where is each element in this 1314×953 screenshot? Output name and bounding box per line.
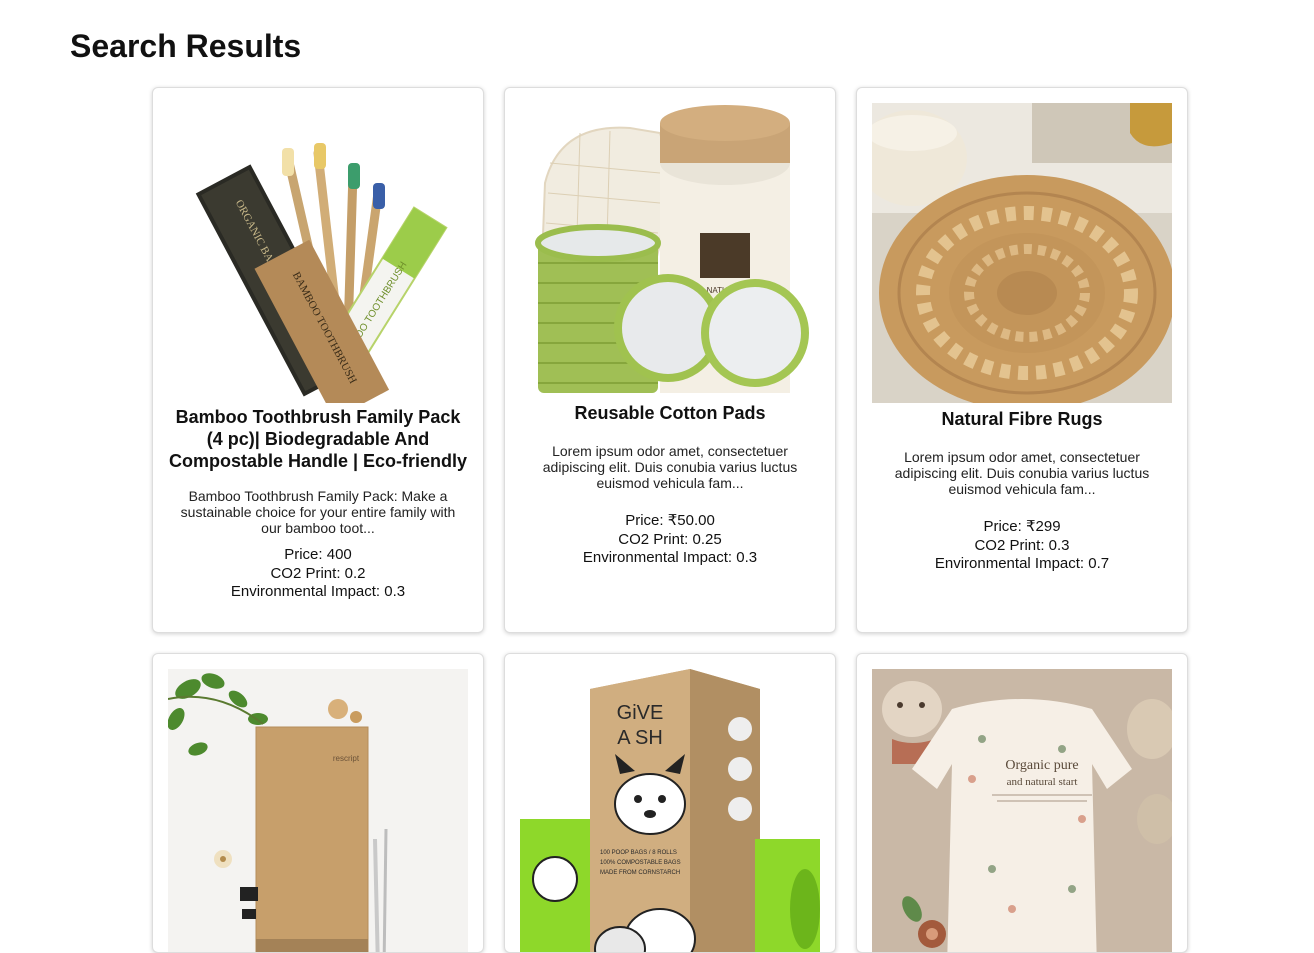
product-card[interactable]: Organic pure and natural start [856,653,1188,953]
jute-rug-image [872,103,1172,403]
product-co2: CO2 Print: 0.2 [270,565,366,582]
product-title[interactable]: Reusable Cotton Pads [520,402,820,424]
box-text-line4: 100% COMPOSTABLE BAGS [600,860,681,866]
product-card[interactable]: Natural Fibre Rugs Lorem ipsum odor amet… [856,87,1188,633]
kraft-notebook-image: rescript [168,669,468,952]
dog-poop-bags-image: GiVE A SH 100 POOP BAGS / 8 ROLLS 100% C… [520,669,820,952]
product-description: Lorem ipsum odor amet, consectetuer adip… [542,443,798,491]
box-text-line5: MADE FROM CORNSTARCH [600,870,680,876]
product-card[interactable]: NATURAL BAMBOO COTTON [504,87,836,633]
product-card[interactable]: GiVE A SH 100 POOP BAGS / 8 ROLLS 100% C… [504,653,836,953]
product-title[interactable]: Natural Fibre Rugs [872,408,1172,430]
organic-baby-onesie-image: Organic pure and natural start [872,669,1172,952]
bamboo-toothbrush-image: ORGANIC BAMBOO TOOTHBRUSH BAMBOO TOOTHBR… [168,103,468,403]
product-co2: CO2 Print: 0.3 [974,537,1070,554]
product-price: Price: ₹50.00 [625,512,715,529]
box-text-line3: 100 POOP BAGS / 8 ROLLS [600,850,677,856]
product-description: Lorem ipsum odor amet, consectetuer adip… [894,449,1150,497]
product-impact: Environmental Impact: 0.3 [582,549,758,566]
product-card[interactable]: ORGANIC BAMBOO TOOTHBRUSH BAMBOO TOOTHBR… [152,87,484,633]
product-description: Bamboo Toothbrush Family Pack: Make a su… [180,488,456,536]
onesie-text-line2: and natural start [1007,776,1078,788]
product-impact: Environmental Impact: 0.3 [230,583,406,600]
product-price: Price: 400 [284,546,352,563]
box-text-line1: GiVE [617,702,664,724]
product-price: Price: ₹299 [983,518,1061,535]
notebook-brand: rescript [333,754,360,763]
product-stats: Price: 400 CO2 Print: 0.2 Environmental … [168,546,468,601]
product-card[interactable]: rescript [152,653,484,953]
product-stats: Price: ₹299 CO2 Print: 0.3 Environmental… [872,518,1172,573]
cotton-pads-image: NATURAL BAMBOO COTTON [520,103,820,398]
results-grid: ORGANIC BAMBOO TOOTHBRUSH BAMBOO TOOTHBR… [152,87,1188,953]
box-text-line2: A SH [617,727,663,749]
product-title[interactable]: Bamboo Toothbrush Family Pack (4 pc)| Bi… [168,406,468,472]
page-title: Search Results [70,28,302,64]
product-impact: Environmental Impact: 0.7 [934,555,1110,572]
onesie-text-line1: Organic pure [1005,758,1078,773]
product-co2: CO2 Print: 0.25 [618,531,722,548]
product-stats: Price: ₹50.00 CO2 Print: 0.25 Environmen… [520,512,820,567]
